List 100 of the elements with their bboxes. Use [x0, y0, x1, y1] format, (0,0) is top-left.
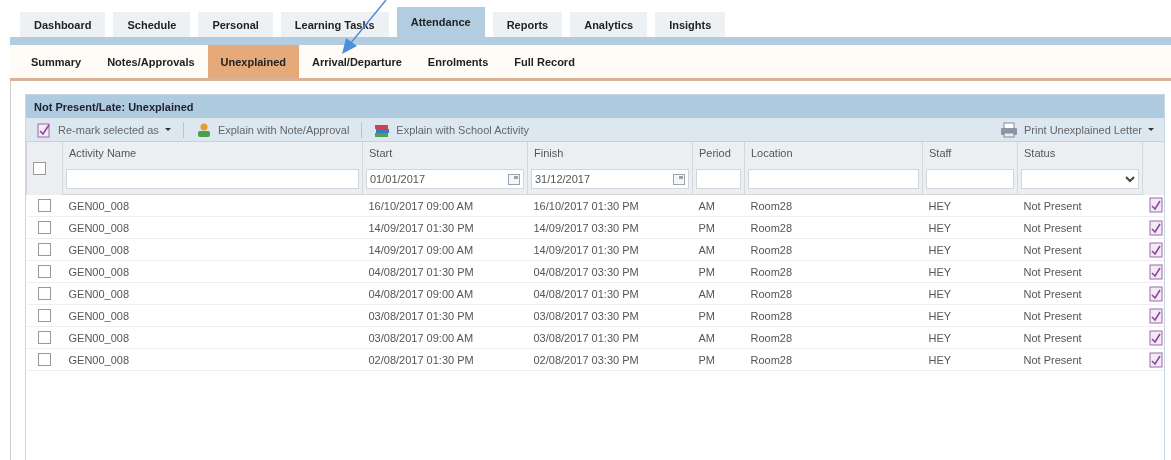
filter-field[interactable]	[748, 169, 919, 189]
select-all-checkbox[interactable]	[33, 162, 46, 176]
calendar-icon[interactable]	[673, 173, 685, 185]
date-filter-field[interactable]: 31/12/2017	[531, 169, 689, 189]
row-checkbox[interactable]	[38, 353, 51, 367]
calendar-icon[interactable]	[508, 173, 520, 185]
document-check-icon[interactable]	[1148, 329, 1163, 346]
chevron-down-icon	[1125, 175, 1135, 183]
row-checkbox[interactable]	[38, 287, 51, 301]
document-check-icon[interactable]	[1148, 285, 1163, 302]
table-cell: GEN00_008	[68, 353, 130, 366]
table-cell: PM	[698, 221, 715, 234]
table-cell: HEY	[928, 353, 952, 366]
document-check-icon[interactable]	[1148, 219, 1163, 236]
status-filter-dropdown[interactable]	[1021, 169, 1139, 189]
column-header[interactable]: Start	[369, 147, 393, 159]
table-cell: HEY	[928, 243, 952, 256]
table-cell: HEY	[928, 331, 952, 344]
printer-icon	[1000, 121, 1018, 138]
table-cell: AM	[698, 287, 715, 300]
pointer-arrow	[340, 0, 390, 56]
table-cell: 04/08/2017 03:30 PM	[533, 265, 639, 278]
column-header[interactable]: Activity Name	[69, 147, 137, 159]
table-cell: 03/08/2017 09:00 AM	[368, 331, 474, 344]
row-checkbox[interactable]	[38, 331, 51, 345]
table-cell: 03/08/2017 03:30 PM	[533, 309, 639, 322]
table-cell: 03/08/2017 01:30 PM	[368, 309, 474, 322]
nav-tab[interactable]: Schedule	[113, 12, 191, 37]
table-cell: GEN00_008	[68, 309, 130, 322]
table-cell: GEN00_008	[68, 331, 130, 344]
filter-field[interactable]	[66, 169, 359, 189]
column-header[interactable]: Finish	[534, 147, 564, 159]
filter-field[interactable]	[696, 169, 741, 189]
sub-tab[interactable]: Unexplained	[207, 45, 299, 78]
table-cell: Not Present	[1023, 331, 1082, 344]
person-icon	[195, 121, 212, 138]
nav-tab[interactable]: Attendance	[396, 7, 485, 37]
table-cell: 16/10/2017 01:30 PM	[533, 199, 639, 212]
table-cell: 02/08/2017 03:30 PM	[533, 353, 639, 366]
table-cell: Not Present	[1023, 265, 1082, 278]
document-check-icon[interactable]	[1148, 351, 1163, 368]
filter-field[interactable]	[926, 169, 1014, 189]
table-cell: Room28	[750, 221, 793, 234]
table-cell: 03/08/2017 01:30 PM	[533, 331, 639, 344]
toolbar-button[interactable]: Explain with School Activity	[370, 121, 533, 138]
table-cell: HEY	[928, 221, 952, 234]
row-checkbox[interactable]	[38, 221, 51, 235]
table-cell: 02/08/2017 01:30 PM	[368, 353, 474, 366]
print-letter-button[interactable]: Print Unexplained Letter	[996, 121, 1158, 138]
nav-tab[interactable]: Analytics	[570, 12, 648, 37]
nav-tab[interactable]: Personal	[198, 12, 273, 37]
toolbar-button[interactable]: Explain with Note/Approval	[191, 121, 354, 138]
table-cell: 14/09/2017 09:00 AM	[368, 243, 474, 256]
nav-tab[interactable]: Insights	[655, 12, 726, 37]
table-cell: Room28	[750, 331, 793, 344]
column-header[interactable]: Status	[1024, 147, 1056, 159]
table-cell: Room28	[750, 287, 793, 300]
row-checkbox[interactable]	[38, 309, 51, 323]
table-cell: PM	[698, 309, 715, 322]
table-cell: Room28	[750, 309, 793, 322]
table-cell: Room28	[750, 265, 793, 278]
table-cell: HEY	[928, 199, 952, 212]
toolbar-button[interactable]: Re-mark selected as	[32, 121, 175, 138]
table-cell: GEN00_008	[68, 265, 130, 278]
nav-tab[interactable]: Reports	[492, 12, 563, 37]
column-header[interactable]: Staff	[929, 147, 952, 159]
table-cell: HEY	[928, 287, 952, 300]
table-cell: PM	[698, 265, 715, 278]
table-cell: 14/09/2017 01:30 PM	[533, 243, 639, 256]
sub-tab[interactable]: Enrolments	[414, 45, 502, 78]
table-cell: HEY	[928, 265, 952, 278]
table-cell: HEY	[928, 309, 952, 322]
document-check-icon[interactable]	[1148, 263, 1163, 280]
table-cell: PM	[698, 353, 715, 366]
sub-tab[interactable]: Arrival/Departure	[298, 45, 415, 78]
date-filter-field[interactable]: 01/01/2017	[366, 169, 524, 189]
nav-tab[interactable]: Dashboard	[20, 12, 106, 37]
table-cell: GEN00_008	[68, 287, 130, 300]
table-cell: Not Present	[1023, 221, 1082, 234]
table-cell: 04/08/2017 01:30 PM	[533, 287, 639, 300]
sub-tab[interactable]: Summary	[18, 45, 95, 78]
sub-tab[interactable]: Full Record	[501, 45, 588, 78]
table-cell: 14/09/2017 01:30 PM	[368, 221, 474, 234]
row-checkbox[interactable]	[38, 265, 51, 279]
table-cell: Not Present	[1023, 287, 1082, 300]
table-cell: Not Present	[1023, 353, 1082, 366]
table-cell: 04/08/2017 01:30 PM	[368, 265, 474, 278]
document-check-icon[interactable]	[1148, 307, 1163, 324]
table-cell: Not Present	[1023, 199, 1082, 212]
checked-document-icon	[36, 121, 52, 138]
row-checkbox[interactable]	[38, 199, 51, 213]
row-checkbox[interactable]	[38, 243, 51, 257]
table-cell: Room28	[750, 243, 793, 256]
table-cell: GEN00_008	[68, 243, 130, 256]
column-header[interactable]: Location	[751, 147, 793, 159]
table-cell: GEN00_008	[68, 199, 130, 212]
table-cell: Room28	[750, 199, 793, 212]
document-check-icon[interactable]	[1148, 197, 1163, 214]
sub-tab[interactable]: Notes/Approvals	[94, 45, 208, 78]
document-check-icon[interactable]	[1148, 241, 1163, 258]
